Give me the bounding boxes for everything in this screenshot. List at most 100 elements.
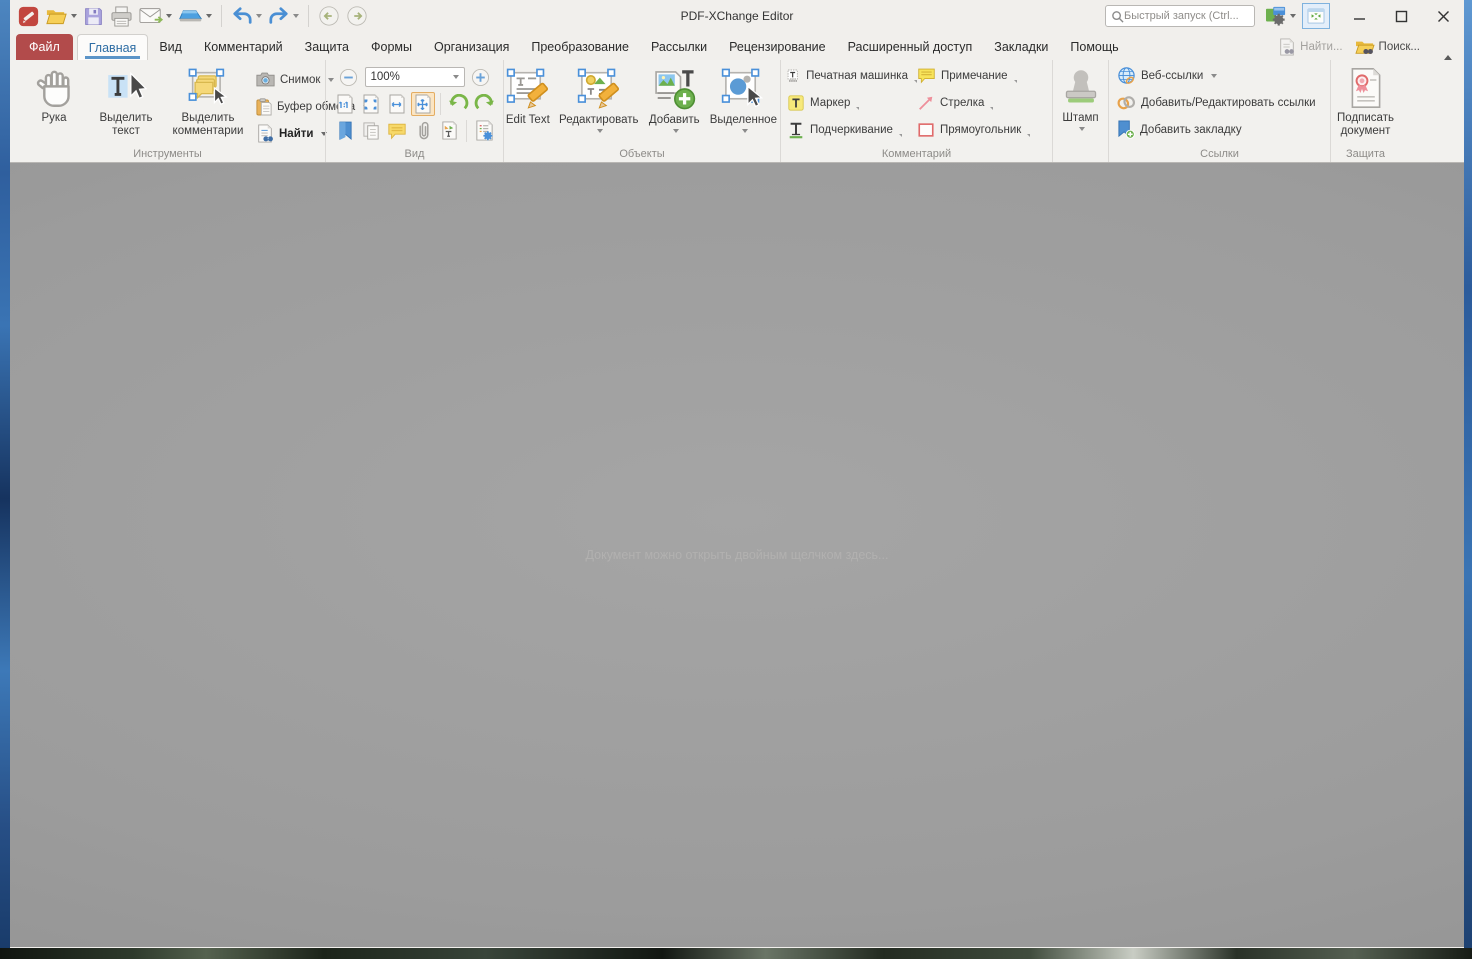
undo-button[interactable] xyxy=(229,3,264,29)
web-links-button[interactable]: Веб-ссылки xyxy=(1117,62,1330,89)
add-edit-links-button[interactable]: Добавить/Редактировать ссылки xyxy=(1117,89,1330,116)
add-bookmark-label: Добавить закладку xyxy=(1140,124,1242,136)
dropdown-corner-icon xyxy=(1014,80,1017,83)
find-document-icon xyxy=(256,124,274,143)
web-links-label: Веб-ссылки xyxy=(1141,70,1203,82)
underline-button[interactable]: Подчеркивание xyxy=(787,116,917,143)
stamp-icon xyxy=(1060,67,1102,109)
dropdown-corner-icon xyxy=(856,107,859,110)
tab-share[interactable]: Рассылки xyxy=(640,34,718,60)
selected-objects-icon xyxy=(720,67,766,111)
select-comments-label: Выделить комментарии xyxy=(162,112,254,138)
dropdown-corner-icon xyxy=(1027,134,1030,137)
tab-organize[interactable]: Организация xyxy=(423,34,520,60)
collapse-ribbon-button[interactable] xyxy=(1438,36,1458,58)
typewriter-button[interactable]: Печатная машинка xyxy=(787,62,917,89)
dropdown-corner-icon xyxy=(990,107,993,110)
selected-objects-label: Выделенное xyxy=(710,114,777,127)
find-tool-label: Найти xyxy=(279,128,313,140)
tab-review[interactable]: Рецензирование xyxy=(718,34,837,60)
group-protect-label: Защита xyxy=(1331,148,1400,160)
typewriter-label: Печатная машинка xyxy=(806,70,908,82)
tab-help[interactable]: Помощь xyxy=(1059,34,1129,60)
app-window: PDF-XChange Editor xyxy=(10,0,1464,948)
tab-bookmarks[interactable]: Закладки xyxy=(983,34,1059,60)
tab-file[interactable]: Файл xyxy=(16,34,73,60)
save-button[interactable] xyxy=(81,3,106,29)
fullscreen-button[interactable] xyxy=(1302,3,1330,29)
sticky-note-label: Примечание xyxy=(941,70,1008,82)
zoom-out-button[interactable] xyxy=(337,65,361,89)
close-button[interactable] xyxy=(1422,2,1464,30)
group-stamp: Штамп xyxy=(1052,60,1108,162)
redo-button[interactable] xyxy=(266,3,301,29)
arrow-tool-button[interactable]: Стрелка xyxy=(917,89,1030,116)
tab-home[interactable]: Главная xyxy=(77,34,149,60)
ui-options-button[interactable] xyxy=(1263,3,1298,29)
sign-document-label: Подписать документ xyxy=(1332,112,1400,138)
forward-button[interactable] xyxy=(344,3,370,29)
thumbnails-panel-button[interactable] xyxy=(359,119,383,143)
ribbon: Рука Выделить текст Выделить комментарии… xyxy=(10,60,1464,163)
rectangle-tool-button[interactable]: Прямоугольник xyxy=(917,116,1030,143)
chevron-down-icon xyxy=(206,14,212,18)
tab-convert[interactable]: Преобразование xyxy=(520,34,640,60)
select-comments-icon xyxy=(187,67,229,109)
tab-view[interactable]: Вид xyxy=(148,34,193,60)
content-panel-button[interactable] xyxy=(437,119,461,143)
email-button[interactable] xyxy=(137,3,174,29)
scan-button[interactable] xyxy=(176,3,214,29)
minimize-button[interactable] xyxy=(1338,2,1380,30)
group-view-label: Вид xyxy=(326,148,503,160)
rectangle-tool-label: Прямоугольник xyxy=(940,124,1021,136)
search-button[interactable]: Поиск... xyxy=(1351,36,1424,58)
zoom-level-select[interactable]: 100% xyxy=(365,67,465,87)
chevron-down-icon xyxy=(1079,127,1085,131)
tab-forms[interactable]: Формы xyxy=(360,34,423,60)
comments-panel-button[interactable] xyxy=(385,119,409,143)
fit-visible-button[interactable] xyxy=(411,92,435,116)
quick-launch-search[interactable] xyxy=(1105,5,1255,27)
add-bookmark-button[interactable]: Добавить закладку xyxy=(1117,116,1330,143)
tab-comment[interactable]: Комментарий xyxy=(193,34,294,60)
bookmarks-panel-button[interactable] xyxy=(333,119,357,143)
titlebar-right xyxy=(1105,0,1464,32)
stamp-button[interactable]: Штамп xyxy=(1054,64,1108,162)
select-text-icon xyxy=(105,67,147,109)
hand-tool-label: Рука xyxy=(41,112,66,125)
bookmark-plus-icon xyxy=(1117,120,1135,139)
highlight-button[interactable]: Маркер xyxy=(787,89,917,116)
open-button[interactable] xyxy=(43,3,79,29)
search-icon xyxy=(1111,10,1124,23)
ribbon-tab-bar: Файл Главная Вид Комментарий Защита Форм… xyxy=(10,32,1464,60)
group-view: 100% xyxy=(325,60,503,162)
fit-page-button[interactable] xyxy=(359,92,383,116)
actual-size-button[interactable] xyxy=(333,92,357,116)
print-button[interactable] xyxy=(108,3,135,29)
rectangle-icon xyxy=(917,121,935,139)
titlebar: PDF-XChange Editor xyxy=(10,0,1464,32)
document-area[interactable]: Документ можно открыть двойным щелчком з… xyxy=(10,163,1464,947)
maximize-button[interactable] xyxy=(1380,2,1422,30)
rotate-ccw-button[interactable] xyxy=(446,92,470,116)
group-tools: Рука Выделить текст Выделить комментарии… xyxy=(10,60,325,162)
tab-accessibility[interactable]: Расширенный доступ xyxy=(837,34,984,60)
attachments-panel-button[interactable] xyxy=(411,119,435,143)
search-input[interactable] xyxy=(1124,10,1242,22)
select-text-label: Выделить текст xyxy=(90,112,162,138)
find-button[interactable]: Найти... xyxy=(1274,36,1346,58)
back-button[interactable] xyxy=(316,3,342,29)
desktop-edge-right xyxy=(1464,0,1472,959)
group-links-label: Ссылки xyxy=(1109,148,1330,160)
chevron-down-icon xyxy=(673,129,679,133)
underline-label: Подчеркивание xyxy=(810,124,893,136)
zoom-in-button[interactable] xyxy=(469,65,493,89)
sticky-note-button[interactable]: Примечание xyxy=(917,62,1030,89)
fit-width-button[interactable] xyxy=(385,92,409,116)
properties-panel-button[interactable] xyxy=(472,119,496,143)
toolbar-separator xyxy=(221,5,222,27)
find-button-label: Найти... xyxy=(1300,41,1342,53)
chevron-down-icon xyxy=(71,14,77,18)
rotate-cw-button[interactable] xyxy=(472,92,496,116)
tab-protect[interactable]: Защита xyxy=(294,34,360,60)
